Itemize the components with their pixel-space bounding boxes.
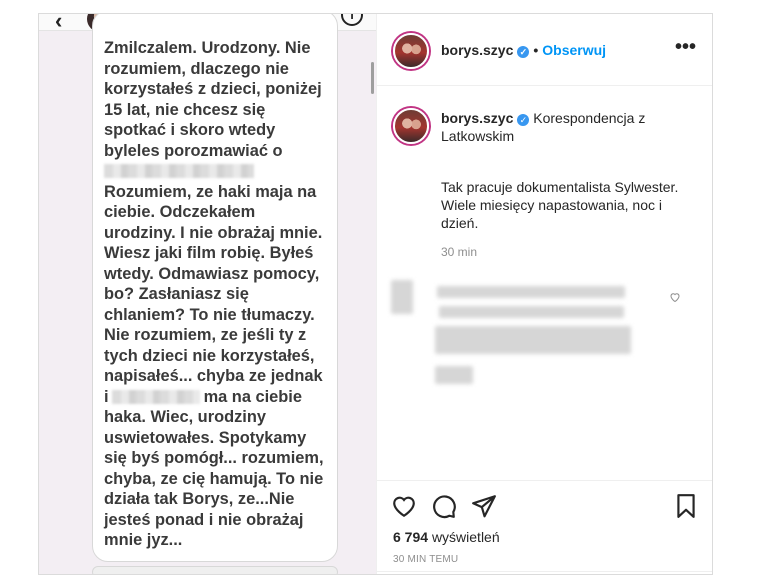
caption-avatar[interactable] xyxy=(393,108,429,144)
message-input-edge xyxy=(92,566,338,574)
blurred-comment-line xyxy=(437,286,625,298)
header-user-row: borys.szyc ✓ • Obserwuj xyxy=(441,42,606,58)
message-part-5: haka. Wiec, urodziny uswietowałes. Spoty… xyxy=(104,408,324,549)
blurred-comment-meta xyxy=(435,366,473,384)
post-header: borys.szyc ✓ • Obserwuj ••• xyxy=(377,14,712,86)
caption-body: Tak pracuje dokumentalista Sylwester. Wi… xyxy=(441,179,679,231)
comment-icon[interactable] xyxy=(431,493,457,519)
username-link[interactable]: borys.szyc xyxy=(441,42,513,58)
views-number: 6 794 xyxy=(393,529,429,545)
bookmark-icon[interactable] xyxy=(673,493,699,519)
add-comment-area[interactable] xyxy=(377,571,712,574)
caption-time: 30 min xyxy=(441,245,478,259)
back-arrow-icon: ‹ xyxy=(55,14,63,33)
separator-dot: • xyxy=(533,42,539,58)
follow-button[interactable]: Obserwuj xyxy=(542,42,606,58)
blurred-comment-line xyxy=(435,326,631,354)
info-icon: i xyxy=(341,14,363,26)
action-bar: 6 794 wyświetleń 30 MIN TEMU xyxy=(377,480,712,574)
views-label: wyświetleń xyxy=(431,529,500,545)
post-time: 30 MIN TEMU xyxy=(393,554,459,565)
blurred-comment-line xyxy=(439,306,624,318)
post-sidebar: borys.szyc ✓ • Obserwuj ••• borys.szyc ✓ Kor… xyxy=(376,14,712,574)
views-count[interactable]: 6 794 wyświetleń xyxy=(393,529,500,545)
avatar[interactable] xyxy=(393,33,429,69)
share-icon[interactable] xyxy=(471,493,497,519)
message-part-3: i xyxy=(104,387,109,406)
verified-icon: ✓ xyxy=(517,46,530,58)
caption-header: borys.szyc ✓ Korespondencja z Latkowskim xyxy=(441,109,691,145)
redacted-name-2 xyxy=(111,389,200,404)
blurred-commenter-avatar xyxy=(391,280,413,314)
post-image: ‹ latkowski i Zmilczalem. Urodzony. Nie … xyxy=(39,14,376,574)
heart-icon[interactable] xyxy=(669,291,681,303)
message-part-4: ma na ciebie xyxy=(203,387,302,406)
message-text: Zmilczalem. Urodzony. Nie rozumiem, dlac… xyxy=(104,38,329,551)
post-window: ‹ latkowski i Zmilczalem. Urodzony. Nie … xyxy=(38,13,713,575)
message-part-1: Zmilczalem. Urodzony. Nie rozumiem, dlac… xyxy=(104,39,322,160)
redacted-name xyxy=(104,164,254,178)
scrollbar[interactable] xyxy=(371,62,374,94)
heart-icon[interactable] xyxy=(391,493,417,519)
message-part-2: Rozumiem, ze haki maja na ciebie. Odczek… xyxy=(104,182,323,386)
more-icon[interactable]: ••• xyxy=(675,36,696,59)
caption-username[interactable]: borys.szyc xyxy=(441,110,513,126)
verified-icon: ✓ xyxy=(517,114,530,126)
